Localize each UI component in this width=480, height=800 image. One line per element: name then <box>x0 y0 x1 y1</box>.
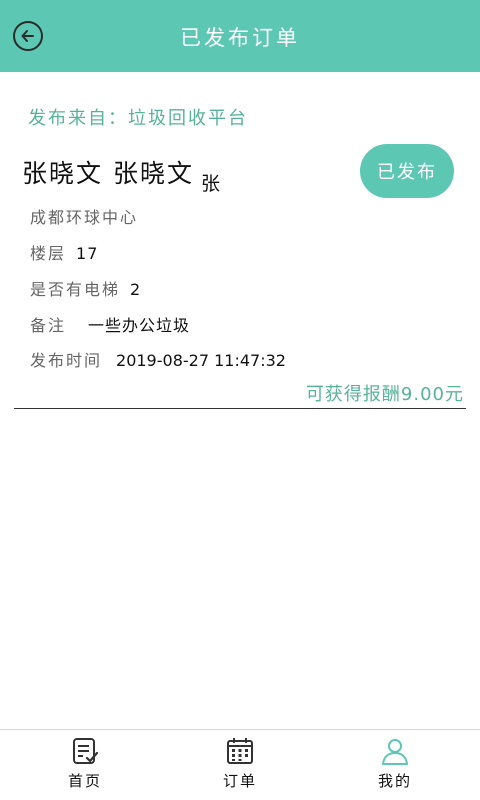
elevator-value: 2 <box>130 280 142 299</box>
reward-text: 可获得报酬9.00元 <box>305 384 464 405</box>
remark-row: 备注 一些办公垃圾 <box>30 312 190 336</box>
card-divider <box>14 408 466 409</box>
nav-label-orders: 订单 <box>222 772 257 790</box>
remark-label: 备注 <box>30 316 67 335</box>
top-bar: 已发布订单 <box>0 0 480 72</box>
remark-value: 一些办公垃圾 <box>88 316 191 335</box>
calendar-icon <box>227 738 253 764</box>
user-icon <box>382 739 408 765</box>
bottom-nav: 首页 订单 我的 <box>0 729 480 800</box>
order-source: 发布来自：垃圾回收平台 <box>28 108 248 129</box>
floor-label: 楼层 <box>30 244 67 263</box>
publish-time-row: 发布时间 2019-08-27 11:47:32 <box>30 347 286 371</box>
address-row: 成都环球中心 <box>30 204 138 228</box>
elevator-label: 是否有电梯 <box>30 280 121 299</box>
nav-label-home: 首页 <box>67 772 102 790</box>
nav-item-mine[interactable]: 我的 <box>315 730 475 800</box>
customer-name: 张晓文 张晓文 张 <box>22 154 220 195</box>
customer-name-main: 张晓文 张晓文 <box>22 159 194 188</box>
elevator-row: 是否有电梯 2 <box>30 276 141 300</box>
floor-row: 楼层 17 <box>30 240 98 264</box>
publish-time-value: 2019-08-27 11:47:32 <box>116 351 286 370</box>
nav-item-home[interactable]: 首页 <box>5 730 165 800</box>
status-badge[interactable]: 已发布 <box>360 144 454 198</box>
nav-label-mine: 我的 <box>377 772 412 790</box>
page-title: 已发布订单 <box>180 26 300 50</box>
customer-name-sub: 张 <box>201 173 221 195</box>
document-check-icon <box>73 738 99 764</box>
address: 成都环球中心 <box>30 208 139 227</box>
nav-item-orders[interactable]: 订单 <box>160 730 320 800</box>
order-card[interactable]: 发布来自：垃圾回收平台 张晓文 张晓文 张 已发布 成都环球中心 楼层 17 是否… <box>0 72 480 412</box>
publish-time-label: 发布时间 <box>30 351 103 370</box>
floor-value: 17 <box>76 244 99 263</box>
